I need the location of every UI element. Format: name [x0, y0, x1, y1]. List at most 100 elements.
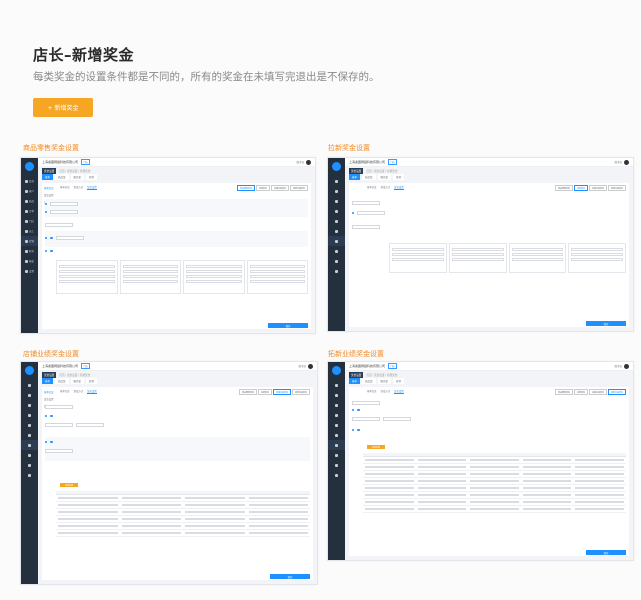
- box-icon: [335, 403, 338, 407]
- section-title-expansion-performance: 拓新业绩奖金设置: [328, 350, 384, 358]
- gear-icon: [24, 269, 28, 273]
- table-row: [363, 499, 626, 506]
- box-icon: [335, 199, 338, 203]
- marketing-icon: [28, 443, 31, 447]
- marketing-icon: [335, 239, 338, 243]
- input[interactable]: [352, 225, 380, 229]
- store-icon: [335, 423, 338, 427]
- sidebar: [328, 158, 345, 331]
- save-button[interactable]: 保存: [586, 321, 626, 326]
- sidebar: 首页 客户 商品 订单 门店 员工 营销 财务 报表 设置: [21, 158, 38, 333]
- sidebar-item[interactable]: 商品: [21, 196, 38, 206]
- table-row: [363, 457, 626, 464]
- tab[interactable]: 基本: [42, 174, 54, 180]
- table-row: [56, 516, 310, 523]
- form-panel: 基本信息 奖金设置 奖金方案 基本信息 提成方式 奖金设置 商品零售奖金 拉新奖…: [42, 387, 313, 580]
- finance-icon: [335, 453, 338, 457]
- input[interactable]: [76, 423, 104, 427]
- screenshot-store-performance-bonus: 上海奥图网络科技有限公司 门店 周主任 奖金设置 首页 / 奖金设置 / 新增奖金…: [20, 361, 318, 585]
- form-panel: 基本信息 奖金设置 奖金方案 基本信息 提成方式 奖金设置 商品零售奖金 拉新奖…: [42, 183, 311, 329]
- home-icon: [24, 179, 28, 183]
- sidebar-item[interactable]: 客户: [21, 186, 38, 196]
- report-icon: [335, 463, 338, 467]
- avatar[interactable]: [308, 363, 313, 369]
- table-row: [363, 471, 626, 478]
- user-icon: [335, 189, 338, 193]
- avatar[interactable]: [306, 159, 311, 165]
- logo-icon: [25, 366, 34, 375]
- table-row: [363, 464, 626, 471]
- order-icon: [335, 209, 338, 213]
- tier-card: [389, 243, 447, 273]
- sidebar-item[interactable]: 设置: [21, 266, 38, 276]
- breadcrumb: 奖金设置 首页 / 奖金设置 / 新增奖金: [42, 371, 91, 378]
- add-tier-button[interactable]: 添加阶梯: [367, 445, 385, 449]
- save-button[interactable]: 保存: [268, 323, 308, 328]
- box-icon: [24, 199, 28, 203]
- table-row: [363, 506, 626, 513]
- input[interactable]: [50, 210, 79, 214]
- input[interactable]: [357, 211, 386, 215]
- tab[interactable]: 其他: [86, 174, 98, 180]
- add-bonus-button[interactable]: + 新增奖金: [33, 98, 93, 117]
- section-title-store-performance: 店铺业绩奖金设置: [23, 350, 79, 358]
- input[interactable]: [45, 423, 73, 427]
- input[interactable]: [383, 417, 411, 421]
- sidebar-item-active[interactable]: 营销: [21, 236, 38, 246]
- input[interactable]: [45, 449, 73, 453]
- tier-card: [183, 260, 245, 294]
- tier-card: [568, 243, 626, 273]
- sidebar-item[interactable]: 财务: [21, 246, 38, 256]
- finance-icon: [24, 249, 28, 253]
- staff-icon: [24, 229, 28, 233]
- add-tier-button[interactable]: 添加阶梯: [60, 483, 78, 487]
- user-icon: [24, 189, 28, 193]
- table-row: [56, 530, 310, 537]
- breadcrumb: 奖金设置 首页 / 奖金设置 / 新增奖金: [42, 167, 91, 174]
- logo-icon: [332, 162, 341, 171]
- table-row: [363, 485, 626, 492]
- section-title-new-customer: 拉新奖金设置: [328, 144, 370, 152]
- input[interactable]: [352, 201, 380, 205]
- staff-icon: [335, 229, 338, 233]
- avatar[interactable]: [624, 159, 629, 165]
- gear-icon: [335, 473, 338, 477]
- input[interactable]: [55, 236, 84, 240]
- sidebar: [21, 362, 38, 584]
- input[interactable]: [352, 401, 380, 405]
- staff-icon: [335, 433, 338, 437]
- input[interactable]: [50, 202, 79, 206]
- order-icon: [335, 413, 338, 417]
- sidebar-item[interactable]: 员工: [21, 226, 38, 236]
- store-icon: [24, 219, 28, 223]
- tab[interactable]: 服务奖: [70, 174, 85, 180]
- input[interactable]: [45, 223, 73, 227]
- sidebar-item[interactable]: 门店: [21, 216, 38, 226]
- tier-table: [363, 453, 626, 513]
- breadcrumb: 奖金设置 首页 / 奖金设置 / 新增奖金: [349, 371, 398, 378]
- sidebar-item[interactable]: 订单: [21, 206, 38, 216]
- tier-table: [56, 491, 310, 537]
- topbar: 上海奥图网络科技有限公司 门店 周主任: [38, 362, 317, 371]
- form-panel: 基本信息 提成方式 奖金设置 商品零售奖金 拉新奖金 店铺业绩奖金 拓新业绩奖金…: [349, 387, 629, 556]
- report-icon: [24, 259, 28, 263]
- staff-icon: [28, 433, 31, 437]
- box-icon: [28, 403, 31, 407]
- topbar: 上海奥图网络科技有限公司 门店 周主任: [345, 158, 633, 167]
- input[interactable]: [45, 405, 73, 409]
- screenshot-retail-bonus: 首页 客户 商品 订单 门店 员工 营销 财务 报表 设置 上海奥图网络科技有限…: [20, 157, 316, 334]
- input[interactable]: [352, 417, 380, 421]
- save-button[interactable]: 保存: [270, 574, 310, 579]
- tab[interactable]: 商品奖: [55, 174, 69, 180]
- tier-card: [56, 260, 118, 294]
- gear-icon: [28, 473, 31, 477]
- tier-card: [508, 243, 567, 273]
- sidebar-item[interactable]: 首页: [21, 176, 38, 186]
- sidebar-item[interactable]: 报表: [21, 256, 38, 266]
- logo-icon: [332, 366, 341, 375]
- user-icon: [28, 393, 31, 397]
- home-icon: [28, 383, 31, 387]
- avatar[interactable]: [624, 363, 629, 369]
- tier-card: [448, 243, 507, 273]
- save-button[interactable]: 保存: [586, 550, 626, 555]
